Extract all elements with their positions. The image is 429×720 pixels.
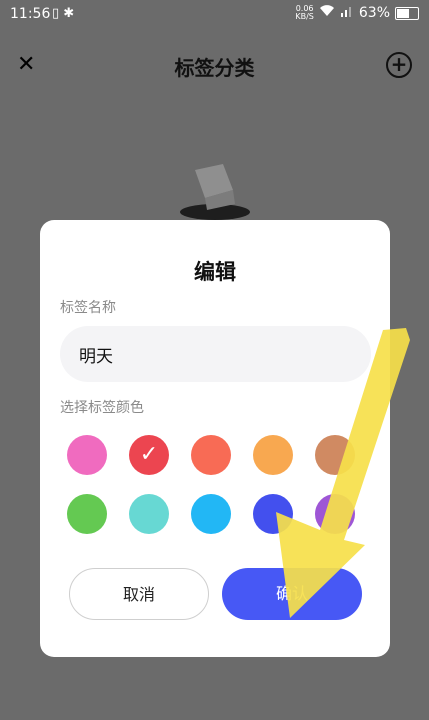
color-swatch-orange[interactable]	[253, 435, 293, 475]
edit-dialog: 编辑 标签名称 选择标签颜色 ✓ 取消 确认	[40, 220, 390, 657]
empty-box-illustration	[180, 164, 250, 220]
nav-bar: ✕ 标签分类 +	[0, 40, 429, 92]
tag-name-label: 标签名称	[60, 300, 116, 316]
color-swatch-brown[interactable]	[315, 435, 355, 475]
status-icons: ▯ ✱	[52, 6, 75, 21]
color-swatch-blue[interactable]	[191, 494, 231, 534]
color-swatch-red[interactable]: ✓	[129, 435, 169, 475]
battery-percent: 63%	[358, 5, 390, 21]
add-circle-icon[interactable]: +	[386, 52, 412, 78]
network-speed: 0.06 KB/S	[295, 4, 314, 21]
page-title: 标签分类	[174, 56, 255, 80]
check-icon: ✓	[139, 442, 159, 467]
color-swatch-purple[interactable]	[315, 494, 355, 534]
color-swatch-indigo[interactable]	[253, 494, 293, 534]
tag-name-input[interactable]	[60, 326, 371, 382]
cancel-button[interactable]: 取消	[69, 568, 209, 620]
confirm-button[interactable]: 确认	[222, 568, 362, 620]
signal-icon	[340, 5, 354, 21]
status-bar: 11:56 ▯ ✱ 0.06 KB/S 63%	[0, 0, 429, 30]
color-swatch-coral[interactable]	[191, 435, 231, 475]
color-swatch-cyan[interactable]	[129, 494, 169, 534]
tag-color-label: 选择标签颜色	[60, 400, 144, 416]
color-swatch-green[interactable]	[67, 494, 107, 534]
dialog-title: 编辑	[194, 260, 236, 284]
status-time: 11:56	[10, 6, 51, 22]
battery-icon	[395, 6, 419, 20]
color-swatch-pink[interactable]	[67, 435, 107, 475]
status-right: 0.06 KB/S 63%	[295, 5, 419, 21]
wifi-icon	[319, 5, 335, 21]
